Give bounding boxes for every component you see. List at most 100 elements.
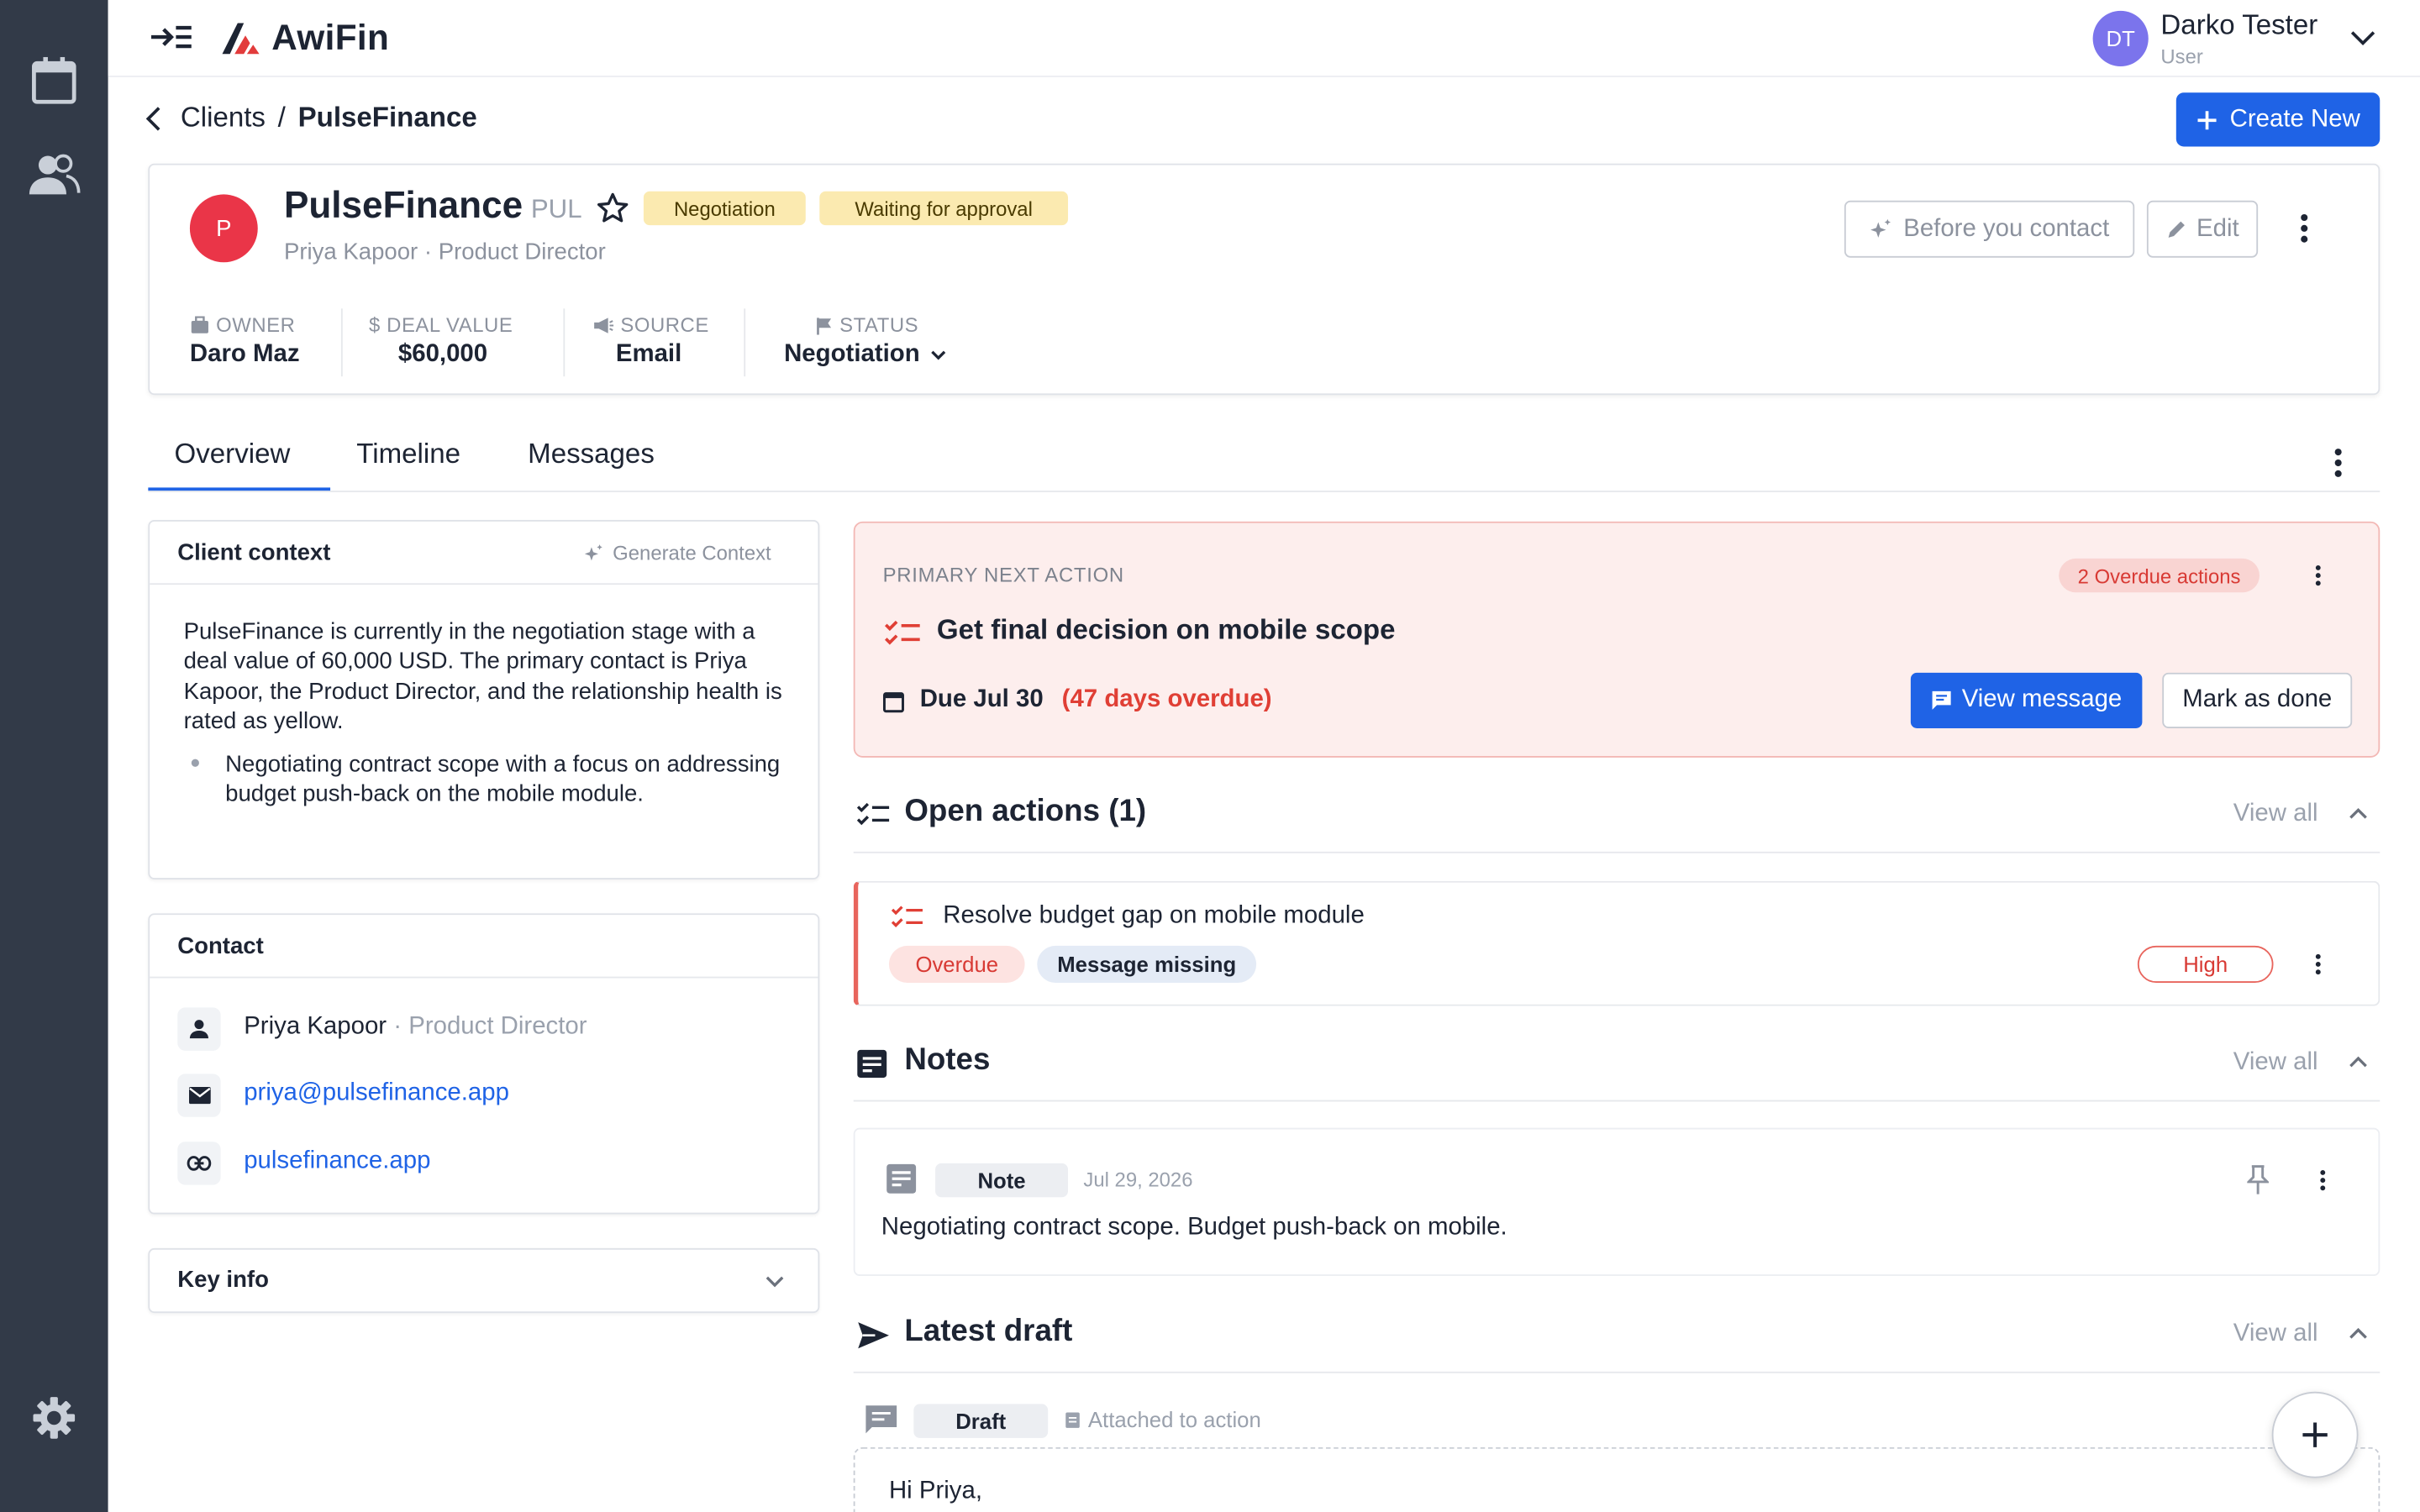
approval-badge: Waiting for approval [819,191,1069,226]
contact-email-link[interactable]: priya@pulsefinance.app [244,1080,509,1108]
more-vertical-icon [2320,1169,2326,1191]
contact-website-link[interactable]: pulsefinance.app [244,1148,430,1176]
owner-value: Daro Maz [189,340,300,368]
edit-button[interactable]: Edit [2146,200,2259,258]
user-role: User [2160,45,2203,68]
contact-name-row: Priya Kapoor · Product Director [244,1014,587,1042]
generate-context-label: Generate Context [613,541,771,565]
view-message-button[interactable]: View message [1910,672,2143,728]
attached-label: Attached to action [1087,1407,1261,1432]
checklist-icon [891,904,924,928]
user-avatar[interactable]: DT [2092,10,2149,66]
breadcrumb-current: PulseFinance [297,102,477,133]
client-more-button[interactable] [2289,210,2320,247]
calendar-small-icon [882,690,905,713]
open-action-more-button[interactable] [2302,946,2333,983]
mark-as-done-button[interactable]: Mark as done [2162,672,2353,728]
send-icon [856,1320,890,1350]
section-divider [853,1371,2381,1373]
note-type-chip: Note [935,1163,1069,1198]
sidebar-item-clients[interactable] [24,145,85,207]
users-icon [29,154,81,195]
pin-icon [2247,1165,2270,1194]
draft-preview[interactable]: Hi Priya, [853,1446,2381,1512]
primary-action-more-button[interactable] [2302,557,2333,594]
calendar-icon [32,56,76,104]
collapse-sidebar-button[interactable] [148,22,194,53]
flag-icon [817,317,832,334]
tabs-more-button[interactable] [2323,444,2354,481]
chevron-up-icon [2349,807,2367,819]
key-info-card[interactable]: Key info [148,1247,820,1314]
open-actions-view-all[interactable]: View all [2233,801,2318,828]
notes-collapse[interactable] [2348,1053,2370,1068]
primary-action-title: Get final decision on mobile scope [936,614,1396,645]
breadcrumb-separator: / [277,102,286,133]
tab-timeline[interactable]: Timeline [356,438,460,471]
generate-context-button[interactable]: Generate Context [583,541,771,565]
create-new-label: Create New [2229,105,2360,133]
pin-note-button[interactable] [2247,1165,2270,1196]
client-context-card: Client context Generate Context PulseFin… [148,519,820,879]
sidebar-item-calendar[interactable] [24,50,85,111]
message-icon [1932,690,1951,710]
clipboard-icon [1065,1412,1080,1428]
app-window: AwiFin DT Darko Tester User Clients / Pu… [0,0,2420,1512]
active-tab-indicator [148,487,331,491]
contact-name: Priya Kapoor [244,1013,387,1040]
chevron-down-icon [765,1276,784,1288]
briefcase-icon [191,315,208,333]
client-context-bullet: Negotiating contract scope with a focus … [225,751,781,808]
owner-label: OWNER [216,312,296,337]
latest-draft-collapse[interactable] [2348,1326,2370,1341]
checklist-icon [884,619,921,647]
user-name: Darko Tester [2160,9,2318,40]
expand-menu-icon [151,25,192,49]
draft-chip: Draft [913,1404,1049,1438]
tab-messages[interactable]: Messages [528,438,655,471]
add-floating-button[interactable] [2271,1391,2359,1478]
draft-message-icon [865,1404,898,1435]
checklist-icon [856,802,890,826]
card-divider [150,976,818,979]
primary-action-overdue: (47 days overdue) [1061,686,1272,713]
deal-value: $60,000 [397,340,488,368]
meta-divider [340,308,343,377]
tab-overview[interactable]: Overview [175,438,291,471]
key-info-expand[interactable] [764,1273,786,1288]
breadcrumb-clients[interactable]: Clients [181,102,266,134]
client-name: PulseFinance [283,185,523,228]
pencil-icon [2168,220,2186,237]
brand-logo [221,22,261,55]
note-more-button[interactable] [2307,1162,2338,1199]
open-action-item[interactable]: Resolve budget gap on mobile module Over… [853,880,2381,1006]
latest-draft-view-all[interactable]: View all [2233,1320,2318,1348]
note-item: Note Jul 29, 2026 Negotiating contract s… [853,1127,2381,1276]
link-icon-box [177,1142,221,1185]
tabs-divider [148,491,2381,492]
create-new-button[interactable]: Create New [2175,92,2381,147]
person-icon [189,1020,208,1039]
favorite-button[interactable] [596,192,629,225]
breadcrumb: Clients / PulseFinance [181,102,477,134]
notes-view-all[interactable]: View all [2233,1049,2318,1077]
before-you-contact-button[interactable]: Before you contact [1844,200,2135,258]
section-divider [853,851,2381,853]
note-date: Jul 29, 2026 [1083,1168,1193,1191]
attached-to-action: Attached to action [1065,1407,1261,1432]
open-actions-collapse[interactable] [2348,806,2370,821]
status-dropdown[interactable]: Negotiation [784,341,948,369]
sidebar [0,0,108,1512]
client-contact-subtitle: Priya Kapoor · Product Director [283,239,606,265]
contact-role: · Product Director [393,1013,587,1040]
contact-card: Contact Priya Kapoor · Product Director … [148,913,820,1215]
more-vertical-icon [2315,564,2321,586]
more-vertical-icon [2334,449,2342,477]
back-button[interactable] [142,105,166,133]
client-context-title: Client context [177,539,331,567]
key-info-title: Key info [177,1266,269,1294]
user-menu-toggle[interactable] [2349,26,2377,48]
source-label-group: SOURCE [592,313,709,336]
edit-label: Edit [2196,215,2239,242]
sidebar-item-settings[interactable] [24,1387,85,1448]
